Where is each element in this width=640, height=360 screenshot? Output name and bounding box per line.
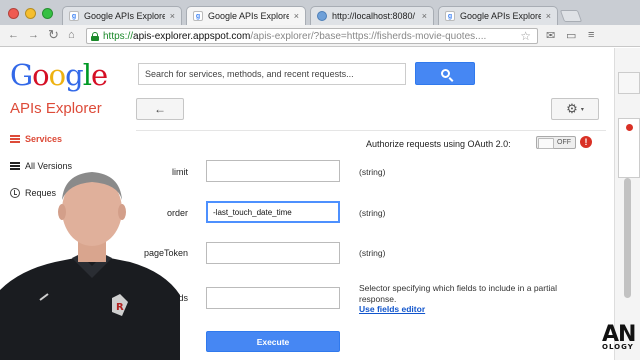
tab-title: Google APIs Explorer [460,11,541,21]
tab-title: http://localhost:8080/ ii [332,11,417,21]
back-arrow-icon[interactable]: ← [8,29,19,41]
cast-icon[interactable]: ▭ [566,29,576,42]
presenter-ear [58,204,66,220]
search-input[interactable]: Search for services, methods, and recent… [138,63,406,85]
settings-button[interactable]: ⚙ ▾ [551,98,599,120]
search-button[interactable] [415,62,475,85]
fields-description: Selector specifying which fields to incl… [359,283,591,315]
window-controls [8,8,53,19]
lock-icon [91,31,99,41]
globe-icon [317,11,327,21]
url-path: /apis-explorer/?base=https://fisherds-mo… [250,30,487,42]
logo-letter: G [10,58,33,92]
divider [136,130,606,131]
search-icon [440,69,450,78]
param-type: (string) [359,248,386,258]
fields-editor-link[interactable]: Use fields editor [359,304,591,315]
presenter-shirt-logo: R [116,302,124,313]
browser-tab-3[interactable]: http://localhost:8080/ ii × [310,6,434,25]
zoom-window-button[interactable] [42,8,53,19]
presenter-ear [118,204,126,220]
oauth-label: Authorize requests using OAuth 2.0: [366,139,511,149]
page-title: APIs Explorer [10,100,102,117]
explorer-header: APIs Explorer ← ⚙ ▾ [0,94,614,126]
back-arrow-icon: ← [154,102,166,116]
google-g-icon: g [193,11,203,21]
home-icon[interactable]: ⌂ [68,29,75,41]
sidebar-item-services[interactable]: Services [10,134,62,144]
scrollbar-thumb[interactable] [624,178,631,298]
url-host: apis-explorer.appspot.com [133,30,251,42]
list-icon [10,162,20,170]
logo-letter: l [82,58,92,92]
forward-arrow-icon[interactable]: → [28,29,39,41]
address-bar[interactable]: https://apis-explorer.appspot.com/apis-e… [86,28,538,44]
browser-tab-strip: g Google APIs Explorer × g Google APIs E… [0,0,640,25]
gear-icon: ⚙ [566,101,578,116]
bookmark-star-icon[interactable]: ☆ [520,29,531,43]
close-tab-icon[interactable]: × [170,11,175,21]
fields-input[interactable] [206,287,340,309]
pagetoken-input[interactable] [206,242,340,264]
warning-icon: ! [580,136,592,148]
toggle-state: OFF [557,139,571,146]
logo-letter: e [90,58,108,92]
logo-letter: o [32,58,49,92]
side-panel-peek [618,72,640,94]
minimize-window-button[interactable] [25,8,36,19]
order-input[interactable]: -last_touch_date_time [206,201,340,223]
close-tab-icon[interactable]: × [422,11,427,21]
url-scheme: https:// [103,30,134,42]
execute-button[interactable]: Execute [206,331,340,352]
list-icon [10,135,20,143]
browser-tab-1[interactable]: g Google APIs Explorer × [62,6,182,25]
limit-input[interactable] [206,160,340,182]
tab-title: Google APIs Explorer [84,11,165,21]
new-tab-button[interactable] [559,10,583,22]
google-logo: Google [10,58,108,92]
page-scrollbar[interactable] [614,48,640,360]
chevron-down-icon: ▾ [580,106,584,113]
sidebar-item-label: Services [25,134,63,144]
browser-tab-2[interactable]: g Google APIs Explorer × [186,6,306,25]
param-type: (string) [359,167,386,177]
browser-toolbar: ← → ↻ ⌂ https://apis-explorer.appspot.co… [0,25,640,47]
presenter-video-overlay: R [0,172,180,360]
watermark-sub: OLOGY [602,343,634,351]
close-tab-icon[interactable]: × [294,11,299,21]
close-tab-icon[interactable]: × [546,11,551,21]
side-panel-peek [618,118,640,178]
google-g-icon: g [69,11,79,21]
param-type: (string) [359,208,386,218]
fields-description-text: Selector specifying which fields to incl… [359,283,557,304]
browser-tab-4[interactable]: g Google APIs Explorer × [438,6,558,25]
logo-letter: g [65,58,84,92]
google-g-icon: g [445,11,455,21]
extension-icon[interactable]: ✉ [546,29,555,42]
menu-icon[interactable]: ≡ [588,29,594,41]
oauth-toggle[interactable]: OFF [536,136,576,149]
reload-icon[interactable]: ↻ [48,27,59,43]
tab-title: Google APIs Explorer [208,11,289,21]
back-button[interactable]: ← [136,98,184,120]
close-window-button[interactable] [8,8,19,19]
channel-watermark: AN OLOGY [602,322,636,351]
logo-letter: o [48,58,66,92]
